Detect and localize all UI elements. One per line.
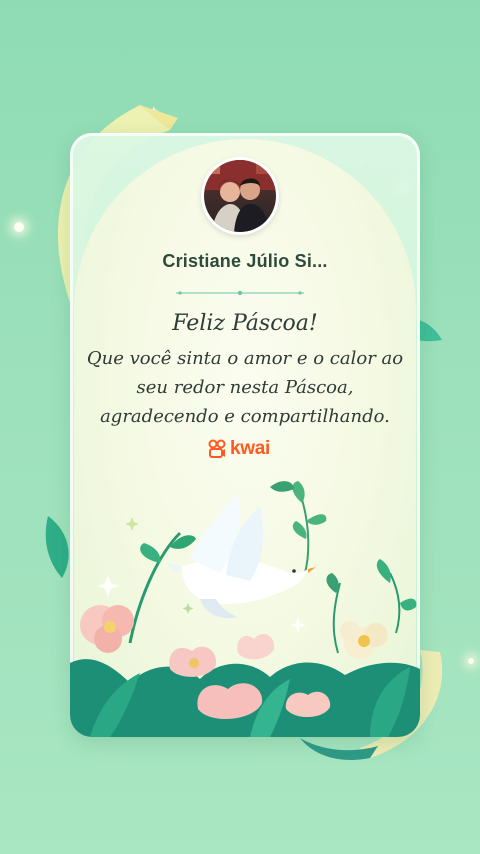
glow-dot bbox=[468, 658, 474, 664]
greeting-message: Que você sinta o amor e o calor ao seu r… bbox=[76, 344, 414, 431]
profile-photo-icon bbox=[204, 160, 276, 232]
dove-and-flowers-illustration bbox=[70, 481, 420, 737]
greeting-line: Que você sinta o amor e o calor ao bbox=[86, 348, 404, 369]
greeting-title: Feliz Páscoa! bbox=[172, 311, 318, 336]
avatar-frame[interactable] bbox=[201, 157, 279, 235]
profile-name[interactable]: Cristiane Júlio Si... bbox=[70, 251, 420, 272]
avatar[interactable] bbox=[204, 160, 276, 232]
kwai-logo-icon bbox=[208, 439, 226, 458]
greeting-line: agradecendo e compartilhando. bbox=[100, 406, 390, 427]
kwai-brand: kwai bbox=[208, 438, 270, 460]
kwai-brand-name: kwai bbox=[230, 438, 270, 459]
greeting-line: seu redor nesta Páscoa, bbox=[136, 377, 354, 398]
glow-dot bbox=[14, 222, 24, 232]
greeting-card: Cristiane Júlio Si... Feliz Páscoa! Que … bbox=[70, 133, 420, 737]
divider bbox=[176, 290, 304, 296]
